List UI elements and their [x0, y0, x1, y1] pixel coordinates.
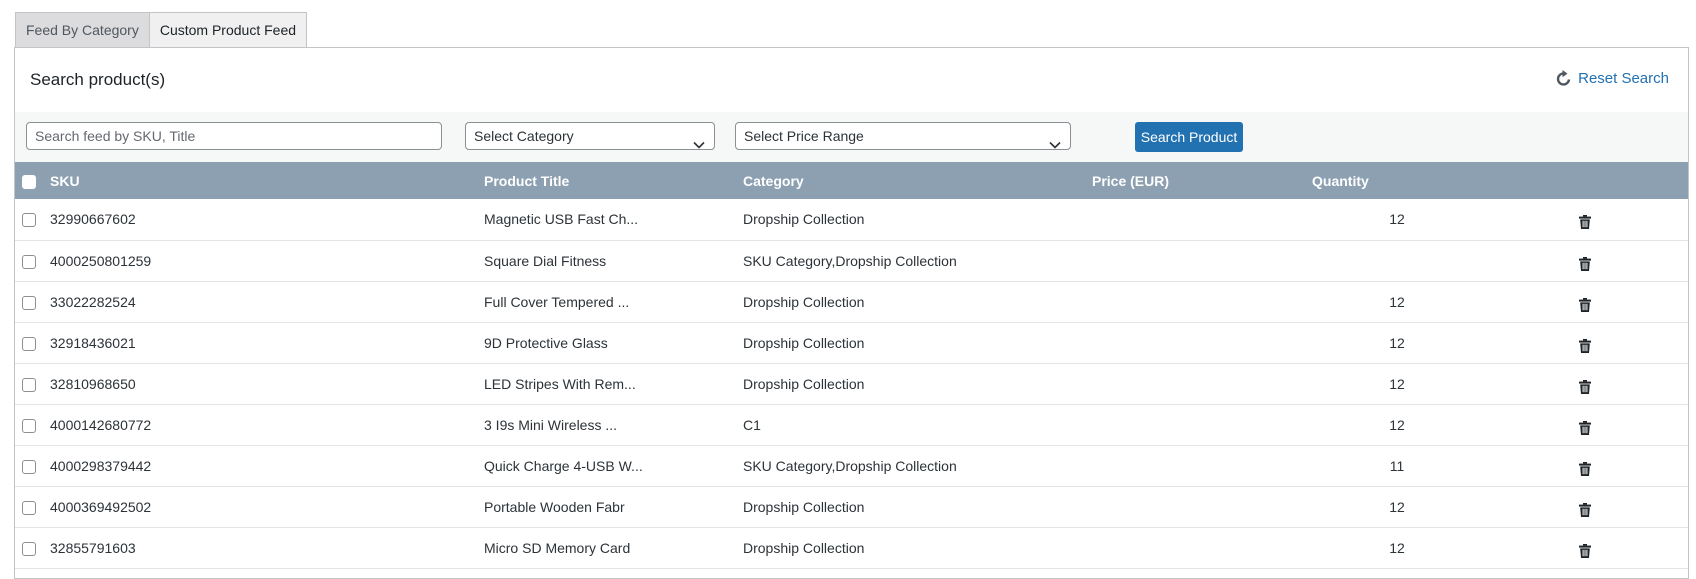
search-input[interactable]: [26, 122, 442, 150]
table-header-row: SKU Product Title Category Price (EUR) Q…: [15, 162, 1688, 199]
page-title: Search product(s): [30, 70, 166, 89]
tab-bar: Feed By Category Custom Product Feed: [15, 12, 308, 48]
cell-title: 3 I9s Mini Wireless ...: [484, 416, 618, 433]
trash-icon[interactable]: [1579, 333, 1591, 353]
cell-quantity: 12: [1389, 293, 1405, 310]
table-row: 32918436021 9D Protective Glass Dropship C…: [15, 322, 1688, 363]
table-row: 32990667602 Magnetic USB Fast Ch... Dropsh…: [15, 199, 1688, 240]
table-row: 32855791603 Micro SD Memory Card Dropship …: [15, 527, 1688, 568]
row-checkbox[interactable]: [22, 377, 36, 392]
cell-sku: 32855791603: [50, 539, 136, 556]
row-checkbox[interactable]: [22, 541, 36, 556]
cell-price: [1092, 322, 1312, 363]
row-checkbox[interactable]: [22, 418, 36, 433]
cell-quantity: [1312, 240, 1482, 281]
table-row: 32810968650 LED Stripes With Rem... Dropsh…: [15, 363, 1688, 404]
cell-category: Dropship Collection: [743, 498, 865, 515]
cell-title: Full Cover Tempered ...: [484, 293, 630, 310]
trash-icon[interactable]: [1579, 456, 1591, 476]
cell-price: [1092, 199, 1312, 240]
cell-quantity: 12: [1389, 416, 1405, 433]
cell-quantity: 12: [1389, 334, 1405, 351]
trash-icon[interactable]: [1579, 292, 1591, 312]
reset-search-link[interactable]: Reset Search: [1556, 69, 1669, 87]
row-checkbox[interactable]: [22, 213, 36, 228]
table-row: 33022282524 Full Cover Tempered ... Dropsh…: [15, 281, 1688, 322]
tab-feed-by-category[interactable]: Feed By Category: [15, 12, 150, 47]
cell-price: [1092, 445, 1312, 486]
cell-price: [1092, 281, 1312, 322]
cell-quantity: 11: [1389, 457, 1405, 474]
cell-title: Magnetic USB Fast Ch...: [484, 211, 639, 228]
trash-icon[interactable]: [1579, 374, 1591, 394]
table-row: 4000250801259 Square Dial Fitness SKU Cate…: [15, 240, 1688, 281]
cell-category: Dropship Collection: [743, 293, 865, 310]
cell-category: SKU Category,Dropship Collection: [743, 457, 957, 474]
row-checkbox[interactable]: [22, 336, 36, 351]
cell-category: C1: [743, 416, 761, 433]
cell-price: [1092, 527, 1312, 568]
cell-category: Dropship Collection: [743, 539, 865, 556]
cell-category: Dropship Collection: [743, 334, 865, 351]
price-range-select-value: Select Price Range: [744, 128, 864, 144]
cell-price: [1092, 363, 1312, 404]
cell-sku: 32810968650: [50, 375, 136, 392]
cell-title: 9D Protective Glass: [484, 334, 608, 351]
search-product-button[interactable]: Search Product: [1135, 122, 1243, 152]
column-header-quantity[interactable]: Quantity: [1312, 162, 1482, 199]
row-checkbox[interactable]: [22, 295, 36, 310]
filter-bar: Select Category Select Price Range Searc…: [15, 112, 1688, 162]
cell-category: SKU Category,Dropship Collection: [743, 252, 957, 269]
cell-title: LED Stripes With Rem...: [484, 375, 636, 392]
row-checkbox[interactable]: [22, 459, 36, 474]
table-row: 4000298379442 Quick Charge 4-USB W... SKU …: [15, 445, 1688, 486]
reset-search-label: Reset Search: [1578, 69, 1669, 87]
cell-sku: 32918436021: [50, 334, 136, 351]
column-header-title[interactable]: Product Title: [484, 162, 743, 199]
trash-icon[interactable]: [1579, 251, 1591, 271]
cell-title: Quick Charge 4-USB W...: [484, 457, 643, 474]
cell-sku: 4000250801259: [50, 252, 152, 269]
cell-price: [1092, 404, 1312, 445]
cell-sku: 32990667602: [50, 211, 136, 228]
refresh-icon: [1556, 69, 1572, 87]
trash-icon[interactable]: [1579, 538, 1591, 558]
cell-category: Dropship Collection: [743, 211, 865, 228]
cell-quantity: 12: [1389, 211, 1405, 228]
table-row: 4000369492502 Portable Wooden Fabr Dropshi…: [15, 486, 1688, 527]
custom-feed-panel: Search product(s) Reset Search Select Ca…: [14, 47, 1689, 579]
cell-quantity: 12: [1389, 498, 1405, 515]
price-range-select[interactable]: Select Price Range: [735, 122, 1071, 150]
cell-quantity: 12: [1389, 539, 1405, 556]
cell-sku: 4000369492502: [50, 498, 152, 515]
category-select-value: Select Category: [474, 128, 574, 144]
tab-custom-product-feed[interactable]: Custom Product Feed: [148, 12, 308, 48]
column-header-price[interactable]: Price (EUR): [1092, 162, 1312, 199]
chevron-down-icon: [1049, 131, 1061, 157]
trash-icon[interactable]: [1579, 497, 1591, 517]
cell-price: [1092, 486, 1312, 527]
cell-title: Square Dial Fitness: [484, 252, 607, 269]
cell-price: [1092, 240, 1312, 281]
category-select[interactable]: Select Category: [465, 122, 715, 150]
row-checkbox[interactable]: [22, 254, 36, 269]
cell-sku: 4000298379442: [50, 457, 152, 474]
select-all-checkbox[interactable]: [22, 174, 36, 189]
row-checkbox[interactable]: [22, 500, 36, 515]
cell-category: Dropship Collection: [743, 375, 865, 392]
column-header-sku[interactable]: SKU: [50, 162, 484, 199]
product-table: SKU Product Title Category Price (EUR) Q…: [15, 162, 1688, 569]
cell-title: Portable Wooden Fabr: [484, 498, 625, 515]
cell-sku: 4000142680772: [50, 416, 152, 433]
chevron-down-icon: [693, 131, 705, 157]
trash-icon[interactable]: [1579, 210, 1591, 230]
cell-sku: 33022282524: [50, 293, 136, 310]
table-row: 4000142680772 3 I9s Mini Wireless ... C1 12: [15, 404, 1688, 445]
trash-icon[interactable]: [1579, 415, 1591, 435]
column-header-category[interactable]: Category: [743, 162, 1092, 199]
cell-title: Micro SD Memory Card: [484, 539, 631, 556]
cell-quantity: 12: [1389, 375, 1405, 392]
